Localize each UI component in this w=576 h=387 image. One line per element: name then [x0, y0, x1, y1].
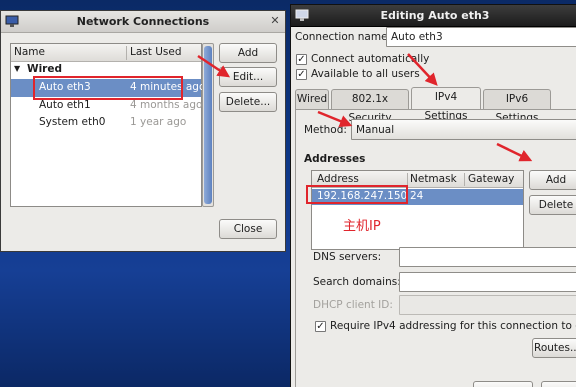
- editing-titlebar[interactable]: Editing Auto eth3: [291, 5, 576, 27]
- bottom-button-right[interactable]: [541, 381, 576, 387]
- column-gateway[interactable]: Gateway: [468, 173, 514, 185]
- row-last-used: 1 year ago: [130, 116, 187, 128]
- list-scrollbar[interactable]: [202, 43, 214, 207]
- row-name: Auto eth1: [39, 99, 91, 111]
- require-ipv4-checkbox[interactable]: ✓: [315, 321, 326, 332]
- tab-ipv4-settings[interactable]: IPv4 Settings: [411, 87, 481, 122]
- search-domains-label: Search domains:: [313, 276, 401, 288]
- column-last-used[interactable]: Last Used: [130, 46, 182, 58]
- search-domains-input[interactable]: [399, 272, 576, 292]
- annotation-highlight-row: [33, 76, 183, 100]
- addresses-table[interactable]: Address Netmask Gateway 192.168.247.150 …: [311, 170, 524, 250]
- addresses-heading: Addresses: [304, 153, 366, 165]
- chevron-down-icon[interactable]: ▼: [14, 64, 20, 73]
- tab-8021x-security[interactable]: 802.1x Security: [331, 89, 409, 124]
- add-button[interactable]: Add: [219, 43, 277, 63]
- connections-list[interactable]: Name Last Used ▼ Wired Auto eth3 4 minut…: [10, 43, 205, 207]
- scrollbar-thumb[interactable]: [204, 46, 212, 204]
- connection-name-field[interactable]: Auto eth3: [386, 27, 576, 47]
- table-row[interactable]: System eth0 1 year ago: [11, 114, 201, 131]
- row-last-used: 4 months ago: [130, 99, 203, 111]
- method-dropdown[interactable]: Manual: [351, 119, 576, 140]
- available-all-users-label: Available to all users: [311, 68, 420, 80]
- network-connections-window: Network Connections ✕ Name Last Used ▼ W…: [0, 10, 286, 252]
- close-icon[interactable]: ✕: [269, 15, 281, 27]
- column-address[interactable]: Address: [317, 173, 359, 185]
- add-address-button[interactable]: Add: [529, 170, 576, 190]
- window-title: Editing Auto eth3: [380, 9, 490, 22]
- connect-automatically-checkbox[interactable]: ✓: [296, 54, 307, 65]
- delete-button[interactable]: Delete...: [219, 92, 277, 112]
- method-label: Method:: [304, 124, 347, 136]
- dhcp-client-id-label: DHCP client ID:: [313, 299, 393, 311]
- dns-servers-label: DNS servers:: [313, 251, 382, 263]
- delete-address-button[interactable]: Delete: [529, 195, 576, 215]
- bottom-button-left[interactable]: [473, 381, 533, 387]
- available-all-users-checkbox[interactable]: ✓: [296, 69, 307, 80]
- connection-name-label: Connection name:: [295, 31, 392, 43]
- column-netmask[interactable]: Netmask: [410, 173, 457, 185]
- window-title: Network Connections: [76, 15, 210, 28]
- dhcp-client-id-input: [399, 295, 576, 315]
- annotation-host-ip: 主机IP: [343, 219, 381, 234]
- close-button[interactable]: Close: [219, 219, 277, 239]
- require-ipv4-label: Require IPv4 addressing for this connect…: [330, 320, 576, 332]
- column-name[interactable]: Name: [14, 46, 45, 58]
- network-icon: [5, 15, 19, 27]
- tab-ipv6-settings[interactable]: IPv6 Settings: [483, 89, 551, 124]
- routes-button[interactable]: Routes...: [532, 338, 576, 358]
- tab-wired[interactable]: Wired: [295, 89, 329, 109]
- row-netmask: 24: [410, 190, 424, 202]
- annotation-highlight-ip: [306, 185, 408, 204]
- network-icon: [295, 9, 309, 21]
- connect-automatically-label: Connect automatically: [311, 53, 430, 65]
- row-name: System eth0: [39, 116, 106, 128]
- edit-button[interactable]: Edit...: [219, 67, 277, 87]
- network-connections-titlebar[interactable]: Network Connections ✕: [1, 11, 285, 33]
- dns-servers-input[interactable]: [399, 247, 576, 267]
- group-wired: Wired: [27, 63, 62, 75]
